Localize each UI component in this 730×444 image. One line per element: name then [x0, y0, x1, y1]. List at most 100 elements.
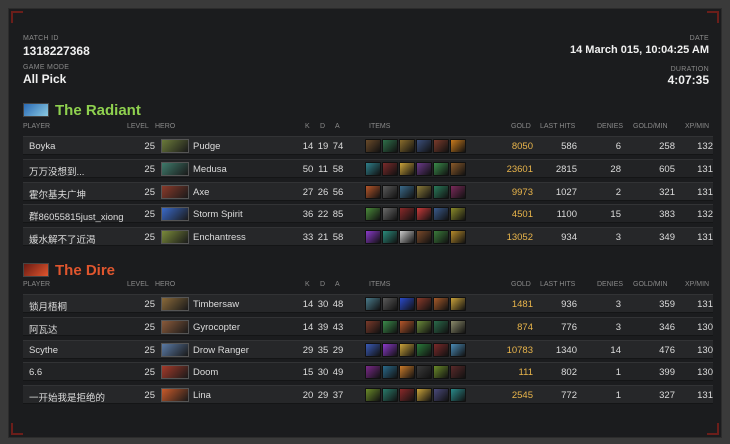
item-icon[interactable] [416, 207, 432, 222]
deaths: 35 [317, 344, 329, 356]
item-icon[interactable] [450, 207, 466, 222]
item-icon[interactable] [433, 342, 449, 357]
player-name: 媛水解不了近渴 [29, 235, 96, 247]
item-icon[interactable] [399, 342, 415, 357]
hero-portrait[interactable] [161, 161, 189, 176]
xp-per-min: 132 [697, 209, 713, 221]
item-icon[interactable] [433, 139, 449, 153]
item-icon[interactable] [433, 365, 449, 380]
hero-portrait[interactable] [161, 319, 189, 334]
item-icon[interactable] [365, 139, 381, 153]
last-hits: 2815 [555, 163, 577, 175]
dire-team-name: The Dire [55, 261, 116, 279]
item-icon[interactable] [399, 207, 415, 222]
player-row[interactable]: 锁月梧桐 25 Timbersaw 14 30 48 1481 936 3 359 131 [23, 294, 713, 313]
item-icon[interactable] [433, 161, 449, 176]
item-icon[interactable] [382, 230, 398, 245]
deaths: 26 [317, 186, 329, 198]
hero-portrait[interactable] [161, 184, 189, 199]
item-icon[interactable] [450, 342, 466, 357]
item-icon[interactable] [365, 342, 381, 357]
item-icon[interactable] [365, 230, 381, 245]
hero-portrait[interactable] [161, 388, 189, 403]
item-icon[interactable] [399, 161, 415, 176]
header-a: A [335, 281, 340, 288]
item-icon[interactable] [382, 342, 398, 357]
player-row[interactable]: Boyka 25 Pudge 14 19 74 8050 586 6 258 132 [23, 136, 713, 155]
item-icon[interactable] [416, 342, 432, 357]
item-icon[interactable] [450, 184, 466, 199]
item-icon[interactable] [433, 388, 449, 403]
item-slots [365, 365, 466, 380]
item-icon[interactable] [450, 230, 466, 245]
header-a: A [335, 123, 340, 130]
item-icon[interactable] [382, 139, 398, 153]
item-icon[interactable] [382, 184, 398, 199]
item-icon[interactable] [416, 230, 432, 245]
player-row[interactable]: 媛水解不了近渴 25 Enchantress 33 21 58 13052 934 3 349 13… [23, 227, 713, 247]
item-icon[interactable] [433, 297, 449, 311]
item-icon[interactable] [450, 139, 466, 153]
item-icon[interactable] [365, 297, 381, 311]
player-name: Scythe [29, 344, 59, 356]
header-d: D [320, 123, 326, 130]
item-icon[interactable] [382, 319, 398, 334]
item-icon[interactable] [416, 184, 432, 199]
gold: 4501 [511, 209, 533, 221]
item-icon[interactable] [450, 365, 466, 380]
item-icon[interactable] [450, 161, 466, 176]
item-icon[interactable] [416, 161, 432, 176]
item-icon[interactable] [399, 139, 415, 153]
player-level: 25 [144, 209, 155, 221]
item-icon[interactable] [382, 161, 398, 176]
header-xp-min: XP/MIN [685, 123, 710, 130]
player-row[interactable]: 一开始我是拒绝的 25 Lina 20 29 37 2545 772 1 327 131 [23, 385, 713, 405]
item-icon[interactable] [450, 388, 466, 403]
gold: 9973 [511, 186, 533, 198]
kills: 14 [302, 299, 314, 310]
item-icon[interactable] [365, 184, 381, 199]
player-row[interactable]: 万万没想到... 25 Medusa 50 11 58 23601 2815 28 605 131 [23, 158, 713, 178]
item-icon[interactable] [416, 139, 432, 153]
item-icon[interactable] [416, 319, 432, 334]
hero-portrait[interactable] [161, 342, 189, 357]
item-icon[interactable] [365, 161, 381, 176]
item-icon[interactable] [433, 230, 449, 245]
assists: 74 [332, 141, 344, 152]
hero-portrait[interactable] [161, 207, 189, 222]
item-icon[interactable] [416, 297, 432, 311]
item-icon[interactable] [365, 365, 381, 380]
player-row[interactable]: 群86055815just_xiong 25 Storm Spirit 36 22 85 4… [23, 204, 713, 224]
item-icon[interactable] [450, 319, 466, 334]
deaths: 39 [317, 321, 329, 333]
item-icon[interactable] [365, 319, 381, 334]
player-row[interactable]: 6.6 25 Doom 15 30 49 111 802 1 399 130 [23, 362, 713, 382]
hero-portrait[interactable] [161, 365, 189, 380]
item-icon[interactable] [382, 297, 398, 311]
hero-portrait[interactable] [161, 139, 189, 153]
item-icon[interactable] [399, 365, 415, 380]
hero-name: Gyrocopter [193, 321, 240, 333]
item-icon[interactable] [382, 365, 398, 380]
item-icon[interactable] [365, 207, 381, 222]
item-icon[interactable] [450, 297, 466, 311]
hero-portrait[interactable] [161, 230, 189, 245]
player-row[interactable]: Scythe 25 Drow Ranger 29 35 29 10783 1340 14 476 1… [23, 339, 713, 359]
item-icon[interactable] [399, 184, 415, 199]
item-icon[interactable] [382, 388, 398, 403]
item-icon[interactable] [416, 388, 432, 403]
hero-portrait[interactable] [161, 297, 189, 311]
player-row[interactable]: 阿瓦达 25 Gyrocopter 14 39 43 874 776 3 346 130 [23, 316, 713, 336]
item-icon[interactable] [399, 319, 415, 334]
player-row[interactable]: 霍尔基夫广坤 25 Axe 27 26 56 9973 1027 2 321 131 [23, 181, 713, 201]
item-icon[interactable] [399, 230, 415, 245]
item-icon[interactable] [399, 297, 415, 311]
item-icon[interactable] [433, 207, 449, 222]
item-icon[interactable] [416, 365, 432, 380]
item-icon[interactable] [382, 207, 398, 222]
item-icon[interactable] [433, 184, 449, 199]
item-icon[interactable] [365, 388, 381, 403]
hero-name: Storm Spirit [193, 209, 243, 221]
item-icon[interactable] [399, 388, 415, 403]
item-icon[interactable] [433, 319, 449, 334]
